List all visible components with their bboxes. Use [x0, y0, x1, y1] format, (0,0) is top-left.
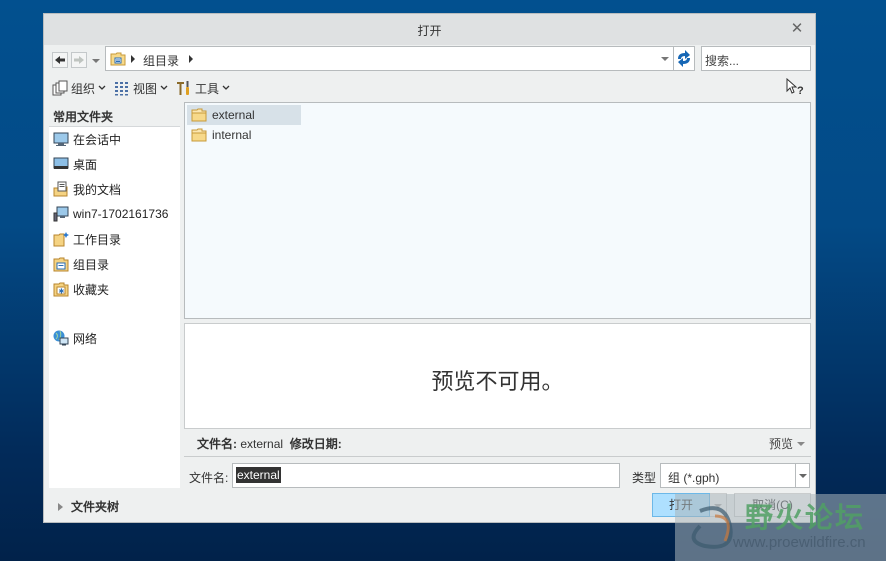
sidebar-item-desktop[interactable]: 桌面	[53, 154, 97, 174]
address-dropdown-icon[interactable]	[661, 57, 669, 61]
chevron-down-icon	[222, 85, 230, 90]
watermark-url: www.proewildfire.cn	[733, 534, 866, 551]
preview-toggle-label: 预览	[768, 437, 793, 451]
sidebar-item-label: 我的文档	[73, 182, 122, 197]
dialog-title: 打开	[417, 24, 442, 38]
organize-label: 组织	[71, 81, 96, 96]
sidebar-item-label: 组目录	[73, 257, 110, 272]
svg-text:?: ?	[797, 85, 804, 96]
organize-menu[interactable]: 组织	[52, 80, 106, 97]
arrow-left-icon	[55, 56, 65, 64]
view-menu[interactable]: 视图	[114, 80, 168, 97]
chevron-down-icon[interactable]	[795, 464, 809, 487]
arrow-right-icon	[74, 56, 84, 64]
sidebar-item-favorites[interactable]: ✱ 收藏夹	[53, 279, 109, 299]
type-select-value: 组 (*.gph)	[668, 471, 720, 485]
chevron-down-icon	[92, 59, 100, 63]
file-list[interactable]: external internal	[184, 102, 811, 319]
type-select[interactable]: 组 (*.gph)	[660, 463, 810, 488]
organize-icon	[52, 80, 68, 96]
group-dir-icon	[53, 257, 69, 272]
breadcrumb-group-dir[interactable]: 组目录	[143, 52, 179, 69]
favorites-icon: ✱	[53, 282, 69, 297]
file-item-internal[interactable]: internal	[187, 125, 301, 145]
filename-input-value: external	[236, 467, 281, 483]
breadcrumb-separator-icon[interactable]	[189, 55, 193, 63]
folder-tree-toggle[interactable]: 文件夹树	[58, 498, 119, 515]
toolbar: 组织 视图 工具	[52, 78, 238, 98]
group-folder-icon	[110, 52, 126, 66]
tools-menu[interactable]: 工具	[176, 80, 230, 97]
type-label: 类型	[632, 471, 657, 485]
info-filename-value: external	[240, 437, 284, 451]
sidebar-item-group-dir[interactable]: 组目录	[53, 254, 109, 274]
watermark: 野火论坛 www.proewildfire.cn	[675, 494, 886, 561]
preview-pane: 预览不可用。	[184, 323, 811, 429]
file-info-row: 文件名: external 修改日期:	[197, 435, 342, 452]
title-bar[interactable]: 打开 ✕	[44, 14, 815, 45]
svg-text:✱: ✱	[59, 288, 65, 296]
monitor-icon	[53, 132, 69, 146]
search-input[interactable]: 搜索...	[701, 46, 811, 71]
favorites-sidebar: 常用文件夹 在会话中 桌面 我的文档 win7-1702161736 工作目录 …	[49, 102, 180, 488]
chevron-down-icon	[160, 85, 168, 90]
refresh-button[interactable]	[674, 46, 695, 71]
breadcrumb-separator-icon[interactable]	[131, 55, 135, 63]
back-button[interactable]	[52, 52, 68, 68]
sidebar-item-my-documents[interactable]: 我的文档	[53, 179, 121, 199]
tools-label: 工具	[195, 81, 220, 96]
chevron-down-icon	[98, 85, 106, 90]
view-grid-icon	[115, 82, 129, 96]
address-bar[interactable]: 组目录	[105, 46, 674, 71]
refresh-icon	[678, 50, 690, 67]
sidebar-header: 常用文件夹	[49, 102, 180, 127]
open-dialog: 打开 ✕ 组目录 搜索... 组织 视图 工具 ? 常用文件夹 在会话中 桌面 …	[43, 13, 816, 523]
sidebar-item-label: 在会话中	[73, 132, 122, 147]
working-dir-icon	[53, 232, 69, 247]
close-icon: ✕	[790, 20, 804, 37]
sidebar-item-label: 工作目录	[73, 232, 122, 247]
preview-unavailable-message: 预览不可用。	[431, 369, 564, 394]
view-label: 视图	[133, 81, 158, 96]
sidebar-item-label: 网络	[73, 331, 98, 346]
sidebar-item-label: win7-1702161736	[73, 207, 169, 221]
sidebar-item-computer[interactable]: win7-1702161736	[53, 204, 168, 224]
network-icon	[53, 330, 69, 346]
forward-button[interactable]	[71, 52, 87, 68]
sidebar-item-network[interactable]: 网络	[53, 328, 97, 348]
recent-locations-dropdown[interactable]	[91, 55, 101, 65]
watermark-title: 野火论坛	[745, 502, 866, 533]
help-cursor-icon: ?	[786, 77, 804, 97]
info-modified-label: 修改日期:	[289, 437, 342, 451]
file-name: external	[212, 108, 255, 122]
divider	[184, 456, 811, 457]
info-filename-label: 文件名:	[197, 437, 237, 451]
file-name: internal	[212, 128, 252, 142]
tools-icon	[177, 81, 190, 95]
filename-label: 文件名:	[189, 471, 229, 485]
sidebar-item-in-session[interactable]: 在会话中	[53, 129, 121, 149]
chevron-down-icon	[797, 441, 805, 446]
computer-icon	[53, 206, 69, 222]
preview-toggle[interactable]: 预览	[769, 435, 805, 452]
expand-arrow-icon	[58, 502, 63, 511]
documents-icon	[53, 181, 68, 197]
folder-icon	[191, 108, 207, 122]
sidebar-item-working-dir[interactable]: 工作目录	[53, 229, 121, 249]
sidebar-item-label: 桌面	[73, 157, 98, 172]
folder-icon	[191, 128, 207, 142]
desktop-icon	[53, 157, 69, 169]
folder-tree-label: 文件夹树	[71, 500, 120, 514]
filename-input[interactable]: external	[232, 463, 620, 488]
sidebar-item-label: 收藏夹	[73, 282, 110, 297]
file-item-external[interactable]: external	[187, 105, 301, 125]
close-button[interactable]: ✕	[789, 21, 805, 37]
context-help-button[interactable]: ?	[785, 77, 805, 97]
